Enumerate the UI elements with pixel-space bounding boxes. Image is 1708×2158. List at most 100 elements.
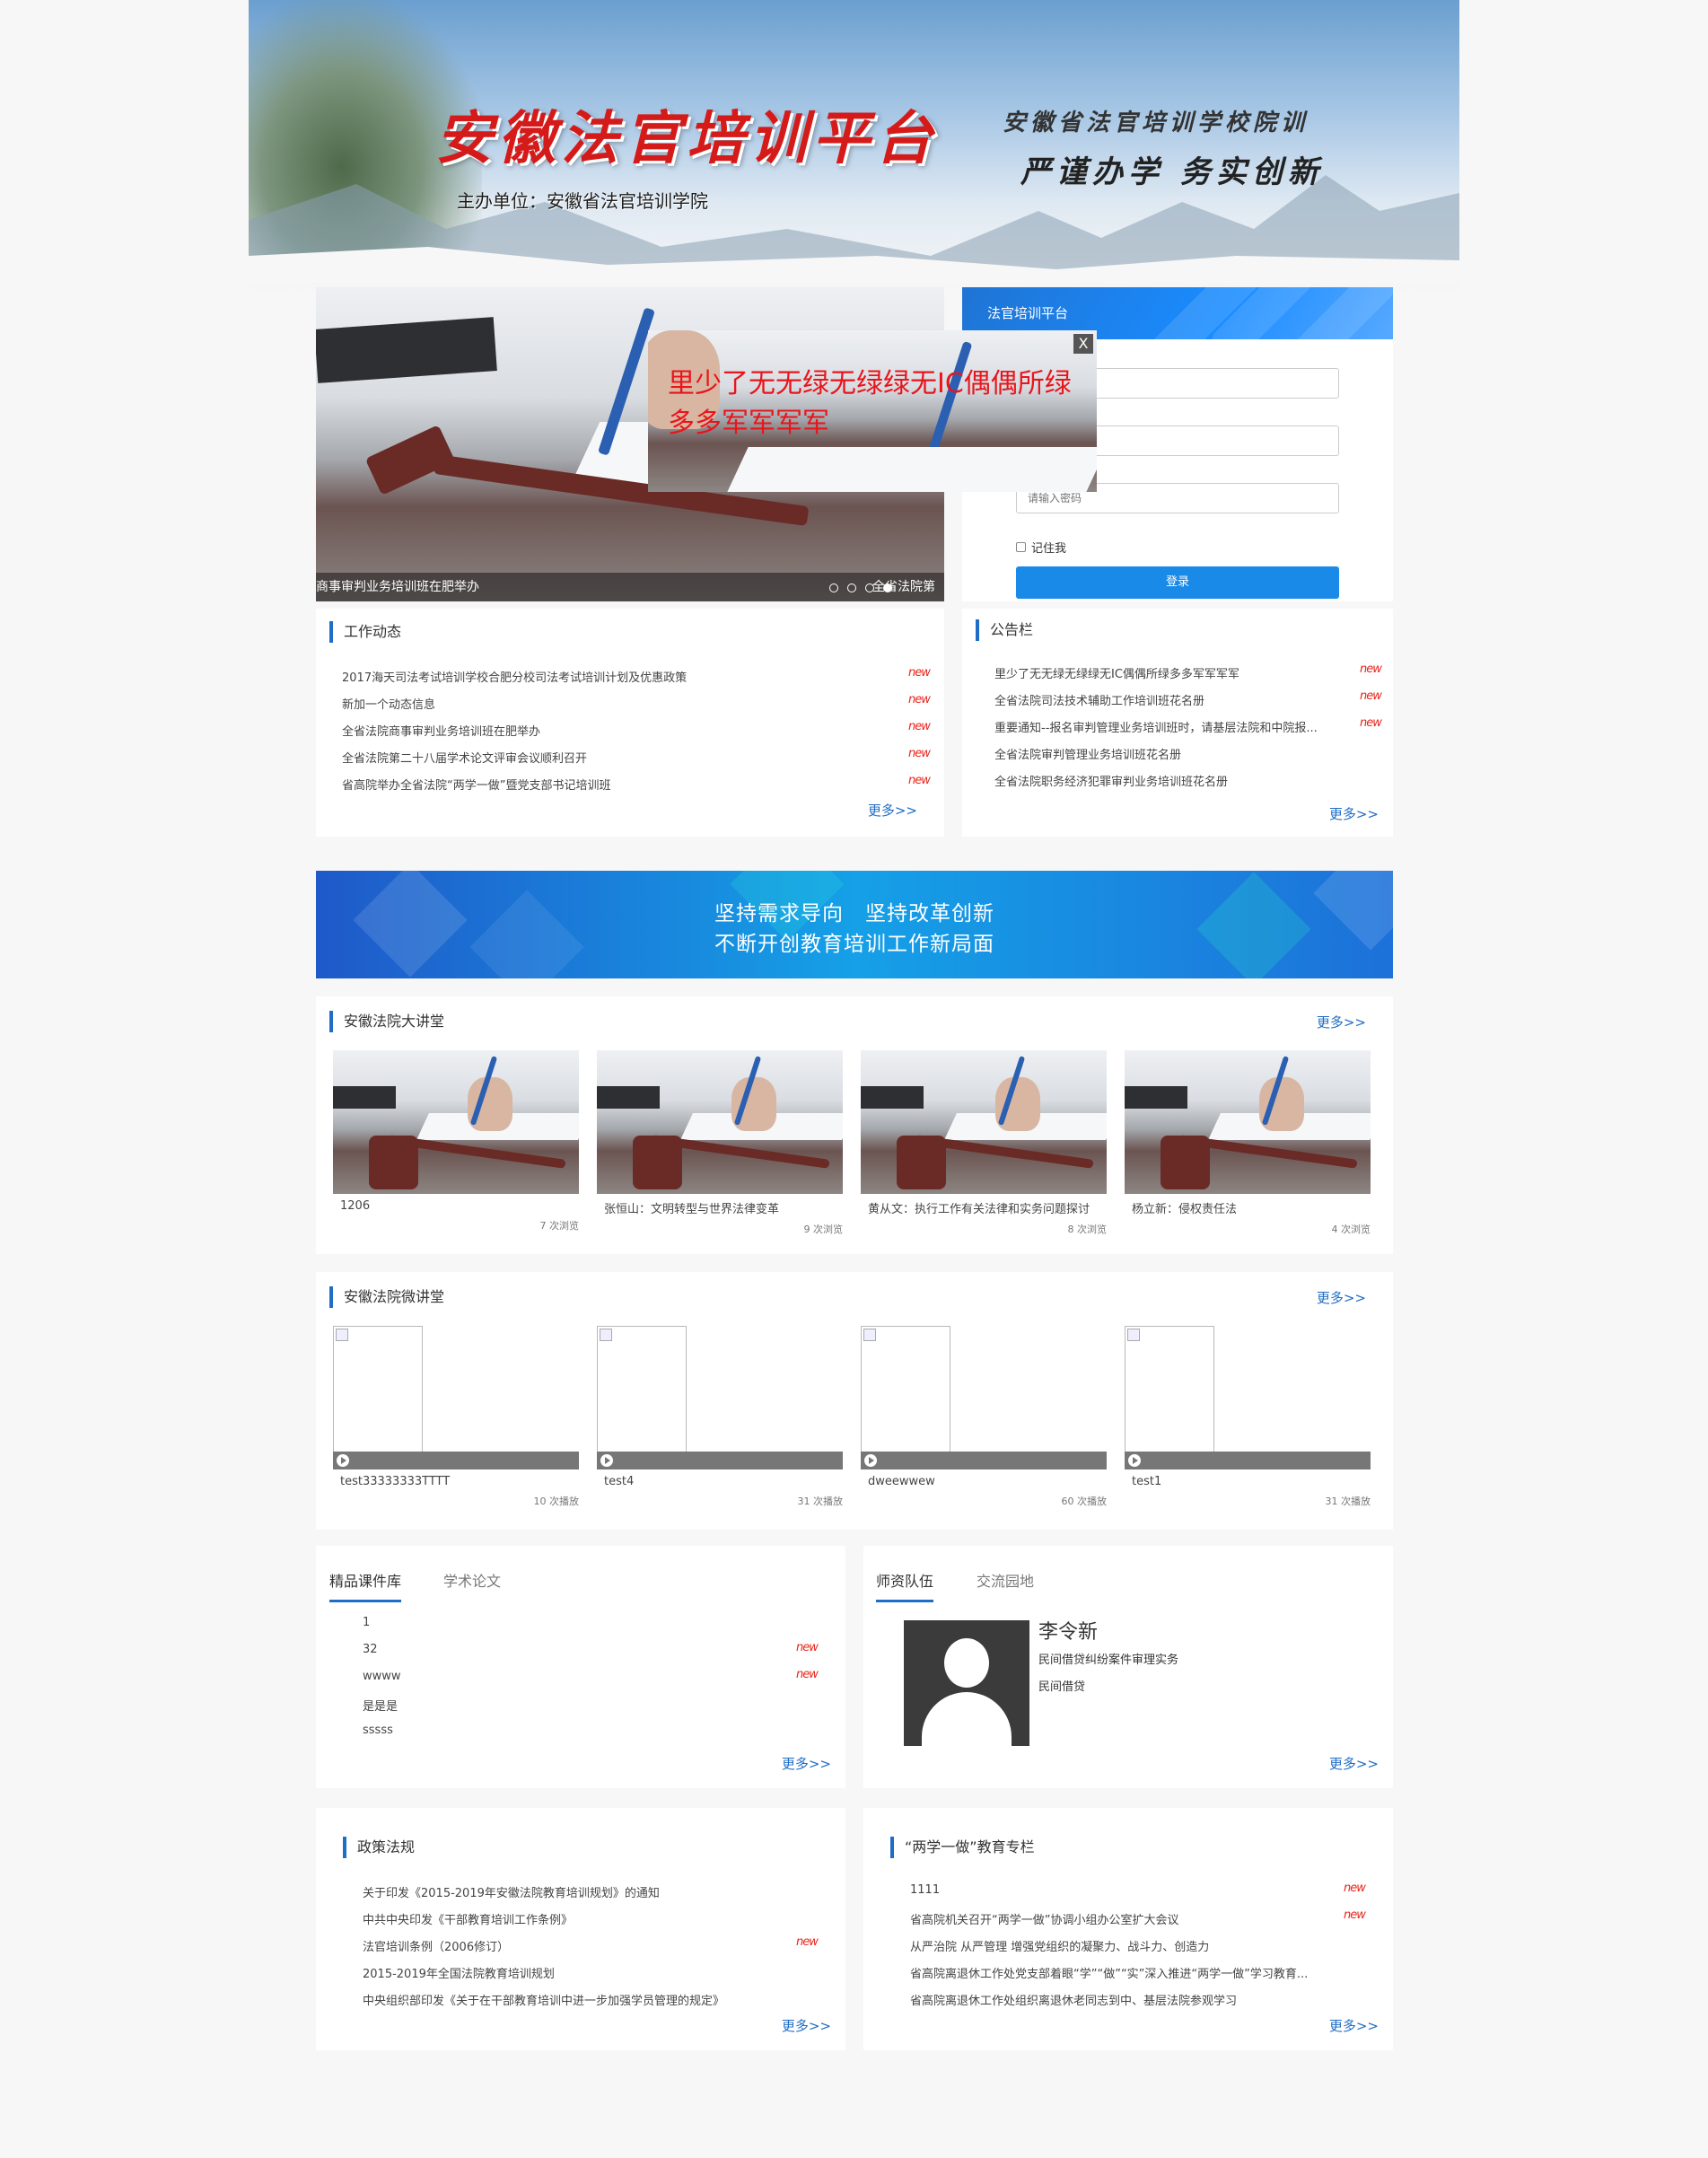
carousel-dot[interactable]: [969, 1730, 978, 1739]
list-item[interactable]: 省高院举办全省法院“两学一做”暨党支部书记培训班: [342, 776, 737, 793]
list-item[interactable]: sssss: [363, 1724, 632, 1737]
courseware-panel: 精品课件库 学术论文 更多>> 1 32 new wwww new 是是是 sssss: [316, 1546, 845, 1788]
list-item[interactable]: 1: [363, 1616, 632, 1629]
more-link[interactable]: 更多>>: [782, 1754, 831, 1773]
tab-faculty[interactable]: 师资队伍: [876, 1569, 934, 1602]
broken-image-icon: [861, 1326, 950, 1469]
video-control-bar[interactable]: [333, 1452, 579, 1469]
teacher-topic: 民间借贷: [1038, 1680, 1086, 1694]
more-link[interactable]: 更多>>: [1329, 1754, 1379, 1773]
list-item[interactable]: 法官培训条例（2006修订）: [363, 1937, 793, 1954]
video-title[interactable]: test1: [1125, 1475, 1371, 1488]
new-badge: new: [908, 747, 931, 760]
more-link[interactable]: 更多>>: [1317, 1288, 1366, 1307]
slider-dot[interactable]: [847, 583, 856, 592]
lecture-thumbnail[interactable]: [861, 1050, 1107, 1194]
slider-next-caption[interactable]: 全省法院第: [872, 573, 944, 601]
remember-me[interactable]: 记住我: [1016, 539, 1066, 556]
more-link[interactable]: 更多>>: [1329, 2016, 1379, 2035]
lecture-title[interactable]: 1206: [333, 1199, 579, 1213]
play-icon[interactable]: [864, 1454, 877, 1467]
lecture-title[interactable]: 杨立新：侵权责任法: [1125, 1199, 1371, 1216]
video-thumbnail[interactable]: [333, 1326, 579, 1469]
list-item[interactable]: wwww: [363, 1670, 632, 1683]
new-badge: new: [1360, 689, 1382, 703]
play-count: 60 次播放: [1061, 1496, 1108, 1507]
carousel-dot[interactable]: [953, 1730, 962, 1739]
play-icon[interactable]: [600, 1454, 613, 1467]
video-control-bar[interactable]: [597, 1452, 843, 1469]
micro-lecture-card[interactable]: test1 31 次播放: [1125, 1326, 1371, 1508]
lecture-thumbnail[interactable]: [333, 1050, 579, 1194]
micro-lecture-card[interactable]: dweewwew 60 次播放: [861, 1326, 1107, 1508]
list-item[interactable]: 全省法院审判管理业务培训班花名册: [994, 745, 1336, 762]
video-title[interactable]: test4: [597, 1475, 843, 1488]
tab-forum[interactable]: 交流园地: [977, 1569, 1034, 1600]
remember-label: 记住我: [1031, 542, 1067, 556]
view-count: 4 次浏览: [1331, 1224, 1371, 1235]
lecture-thumbnail[interactable]: [1125, 1050, 1371, 1194]
lecture-card[interactable]: 张恒山：文明转型与世界法律变革 9 次浏览: [597, 1050, 843, 1236]
play-count: 10 次播放: [533, 1496, 580, 1507]
section-title: 公告栏: [976, 619, 1033, 641]
teacher-carousel-dots[interactable]: [953, 1730, 978, 1739]
banner-line1: 坚持需求导向 坚持改革创新: [714, 902, 994, 925]
list-item[interactable]: 关于印发《2015-2019年安徽法院教育培训规划》的通知: [363, 1883, 793, 1900]
list-item[interactable]: 32: [363, 1643, 632, 1656]
list-item[interactable]: 里少了无无绿无绿绿无IC偶偶所绿多多军军军军: [994, 664, 1336, 681]
list-item[interactable]: 省高院机关召开“两学一做”协调小组办公室扩大会议: [910, 1910, 1323, 1927]
list-item[interactable]: 全省法院第二十八届学术论文评审会议顺利召开: [342, 749, 737, 766]
list-item[interactable]: 2015-2019年全国法院教育培训规划: [363, 1964, 793, 1981]
list-item[interactable]: 中共中央印发《干部教育培训工作条例》: [363, 1910, 793, 1927]
more-link[interactable]: 更多>>: [1317, 1013, 1366, 1031]
video-title[interactable]: test33333333TTTT: [333, 1475, 579, 1488]
slider-dot[interactable]: [829, 583, 838, 592]
banner-line2: 不断开创教育培训工作新局面: [714, 933, 994, 956]
video-thumbnail[interactable]: [1125, 1326, 1371, 1469]
more-link[interactable]: 更多>>: [782, 2016, 831, 2035]
list-item[interactable]: 重要通知--报名审判管理业务培训班时，请基层法院和中院报...: [994, 718, 1336, 735]
micro-lecture-card[interactable]: test4 31 次播放: [597, 1326, 843, 1508]
popup-ad[interactable]: 里少了无无绿无绿绿无IC偶偶所绿多多军军军军 X: [648, 330, 1097, 492]
list-item[interactable]: 是是是: [363, 1697, 632, 1714]
play-icon[interactable]: [1128, 1454, 1141, 1467]
video-thumbnail[interactable]: [597, 1326, 843, 1469]
tab-courseware[interactable]: 精品课件库: [329, 1569, 402, 1602]
list-item[interactable]: 1111: [910, 1883, 1323, 1897]
more-link[interactable]: 更多>>: [868, 801, 917, 820]
login-button[interactable]: 登录: [1016, 566, 1339, 599]
lecture-title[interactable]: 黄从文：执行工作有关法律和实务问题探讨: [861, 1199, 1107, 1216]
more-link[interactable]: 更多>>: [1329, 804, 1379, 823]
video-control-bar[interactable]: [861, 1452, 1107, 1469]
popup-ad-text[interactable]: 里少了无无绿无绿绿无IC偶偶所绿多多军军军军: [668, 364, 1090, 443]
tab-papers[interactable]: 学术论文: [443, 1569, 501, 1600]
new-badge: new: [908, 693, 931, 706]
video-title[interactable]: dweewwew: [861, 1475, 1107, 1488]
section-title: 政策法规: [343, 1837, 415, 1858]
list-item[interactable]: 省高院离退休工作处组织离退休老同志到中、基层法院参观学习: [910, 1991, 1323, 2008]
micro-lecture-card[interactable]: test33333333TTTT 10 次播放: [333, 1326, 579, 1508]
lecture-thumbnail[interactable]: [597, 1050, 843, 1194]
lecture-card[interactable]: 1206 7 次浏览: [333, 1050, 579, 1233]
list-item[interactable]: 新加一个动态信息: [342, 695, 737, 712]
lecture-card[interactable]: 杨立新：侵权责任法 4 次浏览: [1125, 1050, 1371, 1236]
video-thumbnail[interactable]: [861, 1326, 1107, 1469]
video-control-bar[interactable]: [1125, 1452, 1371, 1469]
list-item[interactable]: 全省法院职务经济犯罪审判业务培训班花名册: [994, 772, 1336, 789]
list-item[interactable]: 从严治院 从严管理 增强党组织的凝聚力、战斗力、创造力: [910, 1937, 1323, 1954]
new-badge: new: [796, 1668, 819, 1681]
login-title: 法官培训平台: [987, 305, 1069, 321]
popup-close-button[interactable]: X: [1073, 334, 1093, 354]
list-item[interactable]: 省高院离退休工作处党支部着眼“学”“做”“实”深入推进“两学一做”学习教育...: [910, 1964, 1323, 1981]
play-icon[interactable]: [337, 1454, 349, 1467]
teacher-avatar[interactable]: [904, 1620, 1029, 1746]
lecture-title[interactable]: 张恒山：文明转型与世界法律变革: [597, 1199, 843, 1216]
new-badge: new: [1360, 716, 1382, 730]
lecture-card[interactable]: 黄从文：执行工作有关法律和实务问题探讨 8 次浏览: [861, 1050, 1107, 1236]
teacher-name[interactable]: 李令新: [1038, 1616, 1098, 1645]
list-item[interactable]: 2017海天司法考试培训学校合肥分校司法考试培训计划及优惠政策: [342, 668, 737, 685]
remember-checkbox[interactable]: [1016, 542, 1026, 552]
list-item[interactable]: 全省法院司法技术辅助工作培训班花名册: [994, 691, 1336, 708]
list-item[interactable]: 中央组织部印发《关于在干部教育培训中进一步加强学员管理的规定》: [363, 1991, 793, 2008]
list-item[interactable]: 全省法院商事审判业务培训班在肥举办: [342, 722, 737, 739]
